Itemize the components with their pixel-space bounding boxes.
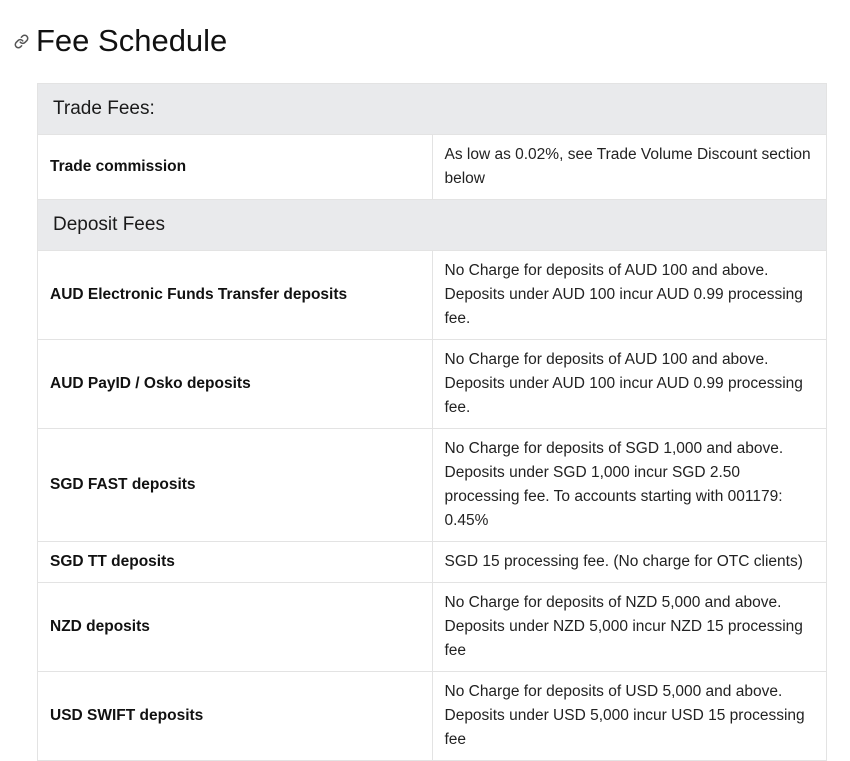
table-row: SGD FAST deposits No Charge for deposits…	[37, 428, 827, 542]
row-value: SGD 15 processing fee. (No charge for OT…	[431, 541, 827, 583]
row-label: SGD TT deposits	[37, 541, 433, 583]
row-value: No Charge for deposits of AUD 100 and ab…	[431, 250, 827, 340]
fee-schedule-table: Trade Fees: Trade commission As low as 0…	[37, 83, 827, 761]
row-value: No Charge for deposits of NZD 5,000 and …	[431, 582, 827, 672]
section-header-deposit-fees: Deposit Fees	[37, 199, 827, 251]
table-row: AUD PayID / Osko deposits No Charge for …	[37, 339, 827, 429]
section-title: Deposit Fees	[37, 199, 827, 251]
row-label: USD SWIFT deposits	[37, 671, 433, 761]
row-label: AUD PayID / Osko deposits	[37, 339, 433, 429]
row-value: As low as 0.02%, see Trade Volume Discou…	[431, 134, 827, 200]
table-row: Trade commission As low as 0.02%, see Tr…	[37, 134, 827, 200]
link-icon[interactable]	[12, 32, 30, 50]
row-value: No Charge for deposits of USD 5,000 and …	[431, 671, 827, 761]
section-title: Trade Fees:	[37, 83, 827, 135]
page-heading: Fee Schedule	[12, 22, 227, 60]
row-label: SGD FAST deposits	[37, 428, 433, 542]
row-label: NZD deposits	[37, 582, 433, 672]
row-value: No Charge for deposits of AUD 100 and ab…	[431, 339, 827, 429]
table-row: USD SWIFT deposits No Charge for deposit…	[37, 671, 827, 761]
table-row: NZD deposits No Charge for deposits of N…	[37, 582, 827, 672]
table-row: SGD TT deposits SGD 15 processing fee. (…	[37, 541, 827, 583]
row-label: AUD Electronic Funds Transfer deposits	[37, 250, 433, 340]
section-header-trade-fees: Trade Fees:	[37, 83, 827, 135]
row-label: Trade commission	[37, 134, 433, 200]
row-value: No Charge for deposits of SGD 1,000 and …	[431, 428, 827, 542]
page-title: Fee Schedule	[36, 23, 228, 58]
table-row: AUD Electronic Funds Transfer deposits N…	[37, 250, 827, 340]
